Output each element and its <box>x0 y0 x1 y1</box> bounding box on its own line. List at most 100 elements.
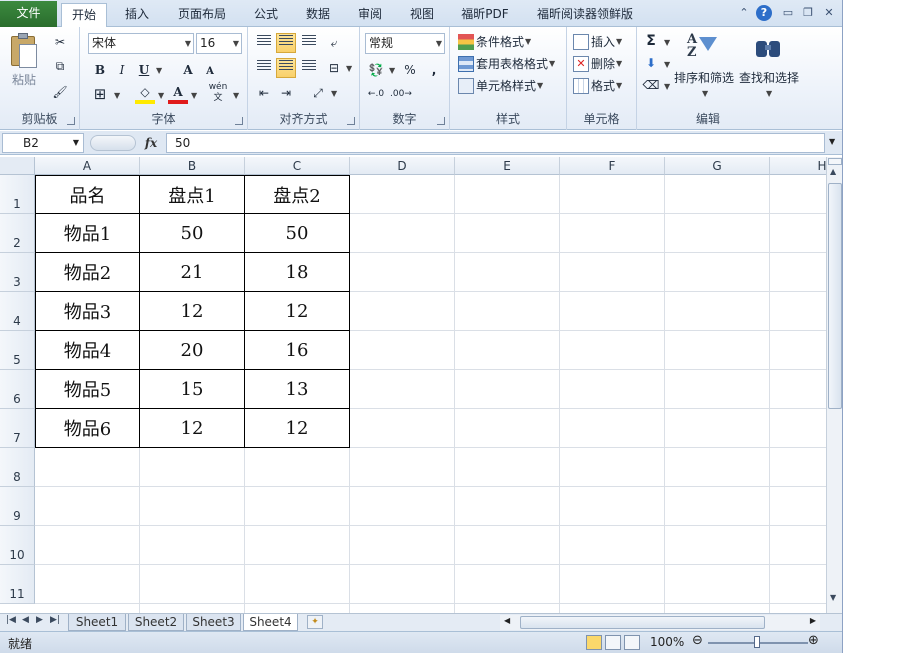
row-header-3[interactable]: 3 <box>0 253 35 292</box>
row-header-2[interactable]: 2 <box>0 214 35 253</box>
chevron-down-icon[interactable]: ▼ <box>156 66 162 75</box>
horizontal-scroll-thumb[interactable] <box>520 616 765 629</box>
chevron-down-icon[interactable]: ▼ <box>191 91 197 100</box>
italic-button[interactable]: I <box>112 60 132 80</box>
chevron-down-icon[interactable]: ▼ <box>331 89 337 98</box>
sort-filter-icon[interactable]: AZ <box>687 33 717 61</box>
table-cell[interactable]: 20 <box>140 331 245 370</box>
tab-review[interactable]: 审阅 <box>350 3 390 27</box>
table-cell[interactable]: 12 <box>140 292 245 331</box>
tab-insert[interactable]: 插入 <box>117 3 157 27</box>
table-cell[interactable]: 12 <box>245 292 350 331</box>
zoom-in-icon[interactable]: ⊕ <box>808 633 819 648</box>
column-header-e[interactable]: E <box>455 157 560 175</box>
alignment-launcher-icon[interactable] <box>347 117 355 125</box>
next-sheet-icon[interactable]: ▶ <box>36 615 43 625</box>
shrink-font-button[interactable]: A <box>200 62 220 82</box>
table-cell[interactable]: 物品1 <box>35 214 140 253</box>
sort-filter-button[interactable]: 排序和筛选 <box>674 69 734 86</box>
table-cell[interactable]: 15 <box>140 370 245 409</box>
last-sheet-icon[interactable]: ▶| <box>50 615 60 625</box>
chevron-down-icon[interactable]: ▼ <box>233 91 239 100</box>
worksheet-grid[interactable]: ABCDEFGH 1 2 3 4 5 6 7 8 9 10 11 品名 盘点1 盘点2 物品1 50 50 物品… <box>0 157 826 613</box>
name-box[interactable]: B2 ▼ <box>2 133 84 153</box>
clipboard-launcher-icon[interactable] <box>67 117 75 125</box>
scroll-down-icon[interactable]: ▼ <box>830 593 836 602</box>
first-sheet-icon[interactable]: |◀ <box>6 615 16 625</box>
chevron-down-icon[interactable]: ▼ <box>702 89 708 98</box>
chevron-down-icon[interactable]: ▼ <box>389 66 395 75</box>
font-color-icon[interactable]: A <box>168 84 188 104</box>
align-bottom-icon[interactable] <box>299 33 319 53</box>
clear-icon[interactable]: ⌫ <box>641 75 661 95</box>
page-layout-view-icon[interactable] <box>605 635 621 650</box>
table-cell[interactable]: 50 <box>140 214 245 253</box>
table-header-cell[interactable]: 盘点2 <box>245 175 350 214</box>
chevron-down-icon[interactable]: ▼ <box>664 82 670 91</box>
table-cell[interactable]: 物品5 <box>35 370 140 409</box>
format-painter-icon[interactable]: 🖌 <box>50 82 70 102</box>
column-header-c[interactable]: C <box>245 157 350 175</box>
chevron-down-icon[interactable]: ▼ <box>158 91 164 100</box>
table-header-cell[interactable]: 盘点1 <box>140 175 245 214</box>
cut-icon[interactable]: ✂ <box>50 32 70 52</box>
align-right-icon[interactable] <box>299 58 319 78</box>
number-format-combo[interactable]: 常规 ▼ <box>365 33 445 54</box>
align-top-icon[interactable] <box>254 33 274 53</box>
table-cell[interactable]: 21 <box>140 253 245 292</box>
number-launcher-icon[interactable] <box>437 117 445 125</box>
help-icon[interactable]: ? <box>756 5 772 21</box>
border-icon[interactable]: ⊞ <box>90 84 110 104</box>
row-header-7[interactable]: 7 <box>0 409 35 448</box>
bold-button[interactable]: B <box>90 60 110 80</box>
delete-cells-button[interactable]: ✕ 删除 ▼ <box>573 55 622 72</box>
grow-font-button[interactable]: A <box>178 60 198 80</box>
column-header-h[interactable]: H <box>770 157 826 175</box>
wrap-text-icon[interactable]: ⤶ <box>324 33 344 53</box>
fill-color-icon[interactable]: ◇ <box>135 84 155 104</box>
find-select-button[interactable]: 查找和选择 <box>739 69 799 86</box>
normal-view-icon[interactable] <box>586 635 602 650</box>
table-cell[interactable]: 物品3 <box>35 292 140 331</box>
font-launcher-icon[interactable] <box>235 117 243 125</box>
align-left-icon[interactable] <box>254 58 274 78</box>
sheet-tab-sheet2[interactable]: Sheet2 <box>128 614 184 631</box>
table-cell[interactable]: 物品2 <box>35 253 140 292</box>
row-header-1[interactable]: 1 <box>0 175 35 214</box>
minimize-icon[interactable]: ▭ <box>780 5 796 21</box>
align-middle-icon[interactable] <box>276 33 296 53</box>
chevron-down-icon[interactable]: ▼ <box>664 60 670 69</box>
insert-sheet-icon[interactable]: ✦ <box>307 615 323 629</box>
chevron-down-icon[interactable]: ▼ <box>664 38 670 47</box>
align-center-icon[interactable] <box>276 58 296 78</box>
scroll-up-icon[interactable]: ▲ <box>830 167 836 176</box>
table-cell[interactable]: 12 <box>245 409 350 448</box>
insert-function-icon[interactable]: fx <box>140 133 162 153</box>
column-header-g[interactable]: G <box>665 157 770 175</box>
comma-button[interactable]: , <box>424 60 444 80</box>
scroll-left-icon[interactable]: ◀ <box>504 616 510 625</box>
tab-view[interactable]: 视图 <box>402 3 442 27</box>
collapse-ribbon-icon[interactable]: ⌃ <box>736 5 752 21</box>
currency-icon[interactable]: 💱 <box>366 60 386 80</box>
column-header-b[interactable]: B <box>140 157 245 175</box>
orientation-icon[interactable]: ⤢ <box>308 83 328 103</box>
expand-formula-icon[interactable]: ▼ <box>829 137 835 146</box>
sheet-tab-sheet1[interactable]: Sheet1 <box>68 614 126 631</box>
zoom-slider-thumb[interactable] <box>754 636 760 648</box>
chevron-down-icon[interactable]: ▼ <box>114 91 120 100</box>
formula-input[interactable]: 50 <box>166 133 825 153</box>
row-header-10[interactable]: 10 <box>0 526 35 565</box>
vertical-scrollbar[interactable]: ▲ ▼ <box>826 157 842 613</box>
table-cell[interactable]: 12 <box>140 409 245 448</box>
font-name-combo[interactable]: 宋体 ▼ <box>88 33 194 54</box>
table-cell[interactable]: 50 <box>245 214 350 253</box>
table-cell[interactable]: 18 <box>245 253 350 292</box>
page-break-view-icon[interactable] <box>624 635 640 650</box>
zoom-level[interactable]: 100% <box>650 635 684 649</box>
sheet-tab-sheet4[interactable]: Sheet4 <box>243 614 298 631</box>
prev-sheet-icon[interactable]: ◀ <box>22 615 29 625</box>
tab-home[interactable]: 开始 <box>61 3 107 28</box>
copy-icon[interactable]: ⧉ <box>50 56 70 76</box>
phonetic-icon[interactable]: wén 文 <box>208 82 228 103</box>
